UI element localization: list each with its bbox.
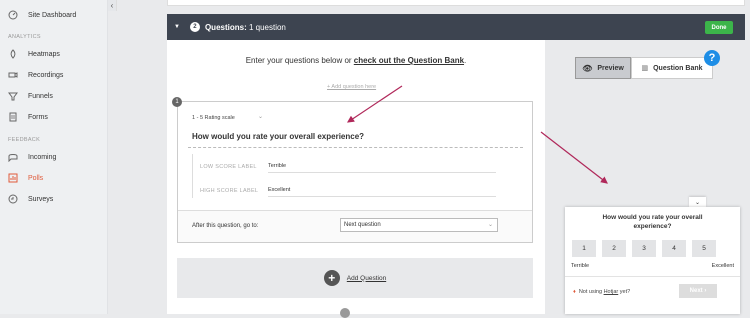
add-question-label: Add Question — [346, 274, 387, 282]
gauge-icon — [8, 10, 18, 20]
sidebar-item-incoming[interactable]: Incoming — [8, 149, 56, 165]
next-question-badge — [340, 308, 350, 318]
sidebar-item-label: Incoming — [28, 153, 57, 161]
chevron-left-icon: ‹ — [110, 1, 114, 10]
branding-lead: Not using — [578, 289, 604, 295]
poll-widget-preview: How would you rate your overall experien… — [565, 207, 740, 314]
rating-option[interactable]: 5 — [692, 240, 716, 257]
sidebar-item-label: Site Dashboard — [28, 11, 77, 19]
rating-option[interactable]: 1 — [572, 240, 596, 257]
questions-step-header[interactable]: ▼ 2 Questions: 1 question Done — [167, 14, 745, 40]
chevron-down-icon: ⌄ — [694, 199, 701, 206]
widget-collapse-tab[interactable]: ⌄ — [689, 197, 706, 207]
step-title: Questions: 1 question — [205, 23, 286, 32]
survey-icon — [8, 194, 18, 204]
chevron-right-icon: › — [704, 288, 707, 294]
intro-text: Enter your questions below or check out … — [167, 56, 545, 65]
sidebar-item-label: Forms — [28, 113, 48, 121]
question-bank-label: Question Bank — [653, 64, 703, 72]
done-button[interactable]: Done — [705, 21, 733, 34]
intro-lead: Enter your questions below or — [245, 56, 354, 65]
low-score-label-caption: LOW SCORE LABEL — [200, 164, 257, 170]
widget-low-label: Terrible — [571, 263, 590, 269]
question-card: 1 - 5 Rating scale ⌄ How would you rate … — [177, 101, 533, 243]
high-score-label-caption: HIGH SCORE LABEL — [200, 188, 259, 194]
sidebar-item-label: Surveys — [28, 195, 54, 203]
chevron-down-icon: ⌄ — [487, 222, 493, 228]
flame-icon: ♦ — [573, 289, 576, 295]
preview-button[interactable]: 👁 Preview — [575, 57, 631, 79]
goto-label: After this question, go to: — [192, 223, 259, 229]
widget-next-button[interactable]: Next › — [679, 284, 717, 298]
low-score-label-input[interactable]: Terrible — [268, 163, 496, 173]
question-number-badge: 1 — [172, 97, 182, 107]
sidebar-item-label: Heatmaps — [28, 50, 60, 58]
rating-option[interactable]: 4 — [662, 240, 686, 257]
question-logic-footer: After this question, go to: Next questio… — [178, 210, 532, 242]
sidebar-item-label: Funnels — [28, 92, 53, 100]
step-title-count: 1 question — [246, 22, 286, 32]
high-score-label-input[interactable]: Excellent — [268, 187, 496, 197]
sidebar-item-label: Recordings — [28, 71, 64, 79]
widget-branding: ♦ Not using Hotjar yet? — [573, 289, 630, 295]
previous-step-panel — [167, 0, 745, 6]
rating-option[interactable]: 2 — [602, 240, 626, 257]
goto-select[interactable]: Next question ⌄ — [340, 218, 498, 232]
sidebar-item-heatmaps[interactable]: Heatmaps — [8, 46, 60, 62]
rating-option[interactable]: 3 — [632, 240, 656, 257]
next-label: Next — [689, 288, 703, 294]
sidebar-item-polls[interactable]: Polls — [8, 170, 43, 186]
caret-down-icon[interactable]: ▼ — [174, 24, 180, 30]
eye-icon: 👁 — [582, 63, 593, 73]
add-question-here-link[interactable]: + Add question here — [327, 84, 376, 90]
rating-type-select[interactable]: 1 - 5 Rating scale — [192, 115, 235, 121]
widget-footer: ♦ Not using Hotjar yet? Next › — [565, 276, 740, 314]
add-question-button[interactable]: + Add Question — [177, 258, 533, 298]
bank-icon: ▥ — [641, 65, 649, 72]
sidebar-item-funnels[interactable]: Funnels — [8, 88, 53, 104]
step-title-bold: Questions: — [204, 22, 247, 32]
poll-icon — [8, 173, 18, 183]
heatmap-icon — [8, 49, 18, 59]
sidebar-item-label: Polls — [28, 174, 44, 182]
sidebar-item-site-dashboard[interactable]: Site Dashboard — [8, 7, 76, 23]
sidebar-item-recordings[interactable]: Recordings — [8, 67, 63, 83]
chevron-down-icon[interactable]: ⌄ — [258, 113, 263, 120]
intro-tail: . — [464, 56, 467, 65]
preview-label: Preview — [597, 64, 624, 72]
sidebar-heading-feedback: FEEDBACK — [8, 137, 41, 143]
help-icon[interactable]: ? — [704, 50, 720, 66]
video-icon — [8, 70, 18, 80]
widget-question: How would you rate your overall experien… — [602, 214, 703, 230]
widget-high-label: Excellent — [711, 263, 734, 269]
question-bank-button[interactable]: ▥ Question Bank — [631, 57, 713, 79]
sidebar: Site Dashboard ANALYTICS Heatmaps Record… — [0, 0, 108, 314]
plus-icon: + — [323, 270, 340, 286]
divider — [192, 154, 193, 198]
step-number-badge: 2 — [189, 22, 200, 32]
sidebar-item-surveys[interactable]: Surveys — [8, 191, 53, 207]
divider — [188, 147, 523, 148]
preview-toggle: 👁 Preview ▥ Question Bank — [575, 57, 713, 79]
sidebar-item-forms[interactable]: Forms — [8, 109, 48, 125]
collapse-sidebar-button[interactable]: ‹ — [108, 0, 117, 11]
funnel-icon — [8, 91, 18, 101]
question-text-input[interactable]: How would you rate your overall experien… — [192, 132, 364, 141]
preview-panel: 👁 Preview ▥ Question Bank ? ⌄ How would … — [545, 40, 745, 314]
sidebar-heading-analytics: ANALYTICS — [8, 34, 41, 40]
goto-select-value: Next question — [344, 222, 381, 228]
form-icon — [8, 112, 18, 122]
hotjar-link[interactable]: Hotjar — [604, 289, 619, 295]
branding-tail: yet? — [618, 289, 631, 295]
inbox-icon — [8, 152, 18, 162]
questions-editor: Enter your questions below or check out … — [167, 40, 545, 318]
question-bank-link[interactable]: check out the Question Bank — [354, 56, 464, 65]
